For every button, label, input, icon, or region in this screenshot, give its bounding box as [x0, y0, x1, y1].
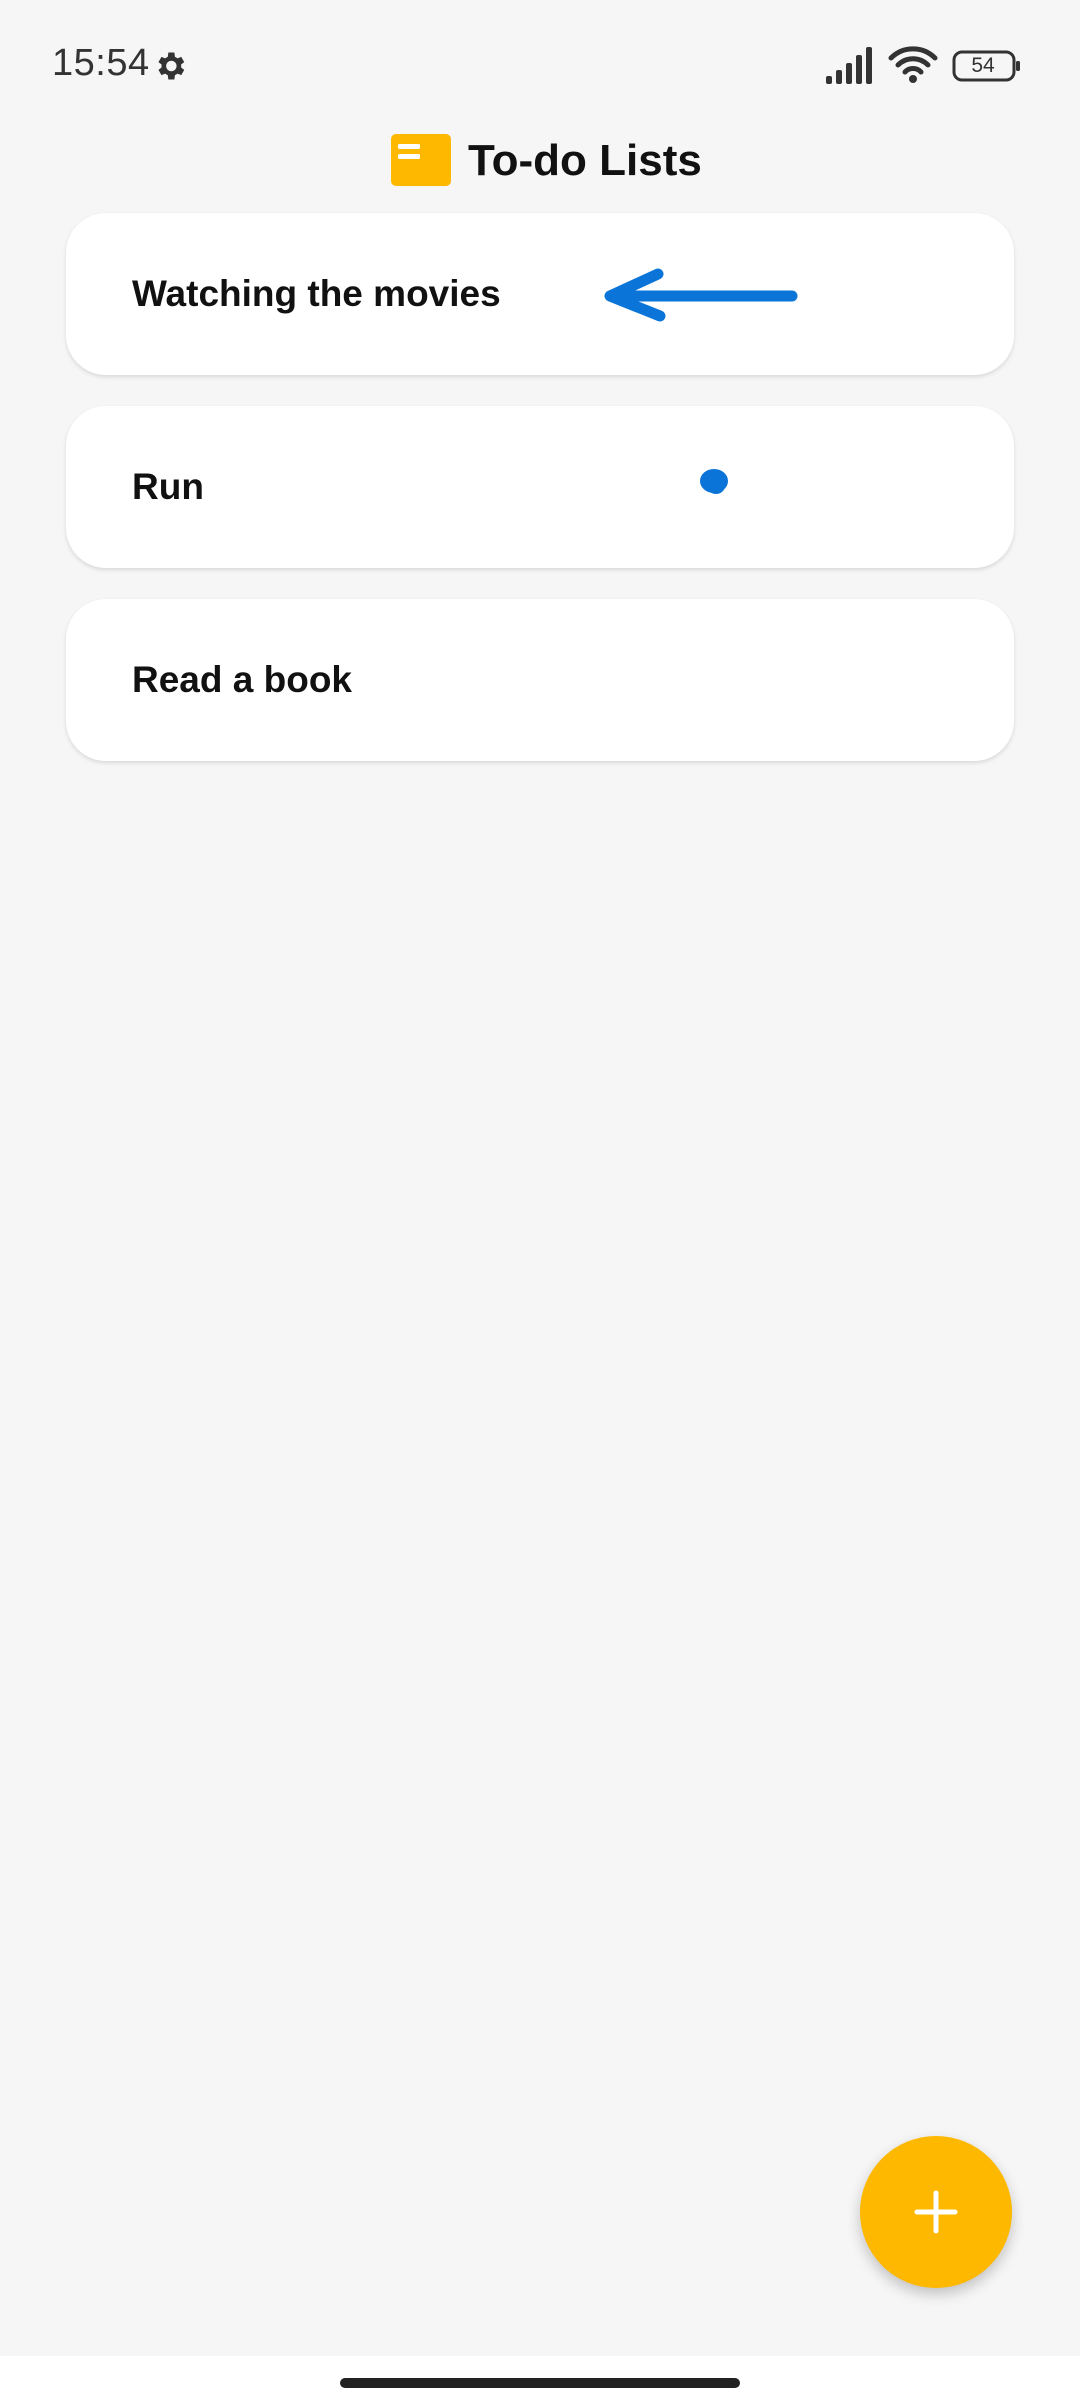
todo-item-watching-the-movies[interactable]: Watching the movies	[66, 213, 1014, 375]
signal-icon	[826, 47, 872, 84]
plus-icon	[914, 2190, 958, 2234]
todo-label: Read a book	[132, 659, 352, 700]
notes-icon	[391, 134, 451, 186]
app-header: To-do Lists	[0, 128, 1080, 194]
annotation-dot-icon	[700, 469, 728, 494]
todo-item-read-a-book[interactable]: Read a book	[66, 599, 1014, 761]
home-indicator[interactable]	[340, 2378, 740, 2388]
add-todo-button[interactable]	[860, 2136, 1012, 2288]
todo-label: Watching the movies	[132, 273, 501, 314]
navigation-bar	[0, 2356, 1080, 2400]
page-title: To-do Lists	[468, 136, 702, 185]
todo-list: Watching the movies Run Read a book	[66, 213, 1014, 792]
battery-level: 54	[971, 54, 995, 77]
status-bar: 15:54 54	[0, 0, 1080, 130]
todo-label: Run	[132, 466, 204, 507]
gear-icon	[158, 52, 185, 80]
todo-item-run[interactable]: Run	[66, 406, 1014, 568]
status-time: 15:54	[52, 42, 150, 84]
wifi-icon	[888, 46, 938, 83]
annotation-arrow-icon	[604, 268, 798, 322]
